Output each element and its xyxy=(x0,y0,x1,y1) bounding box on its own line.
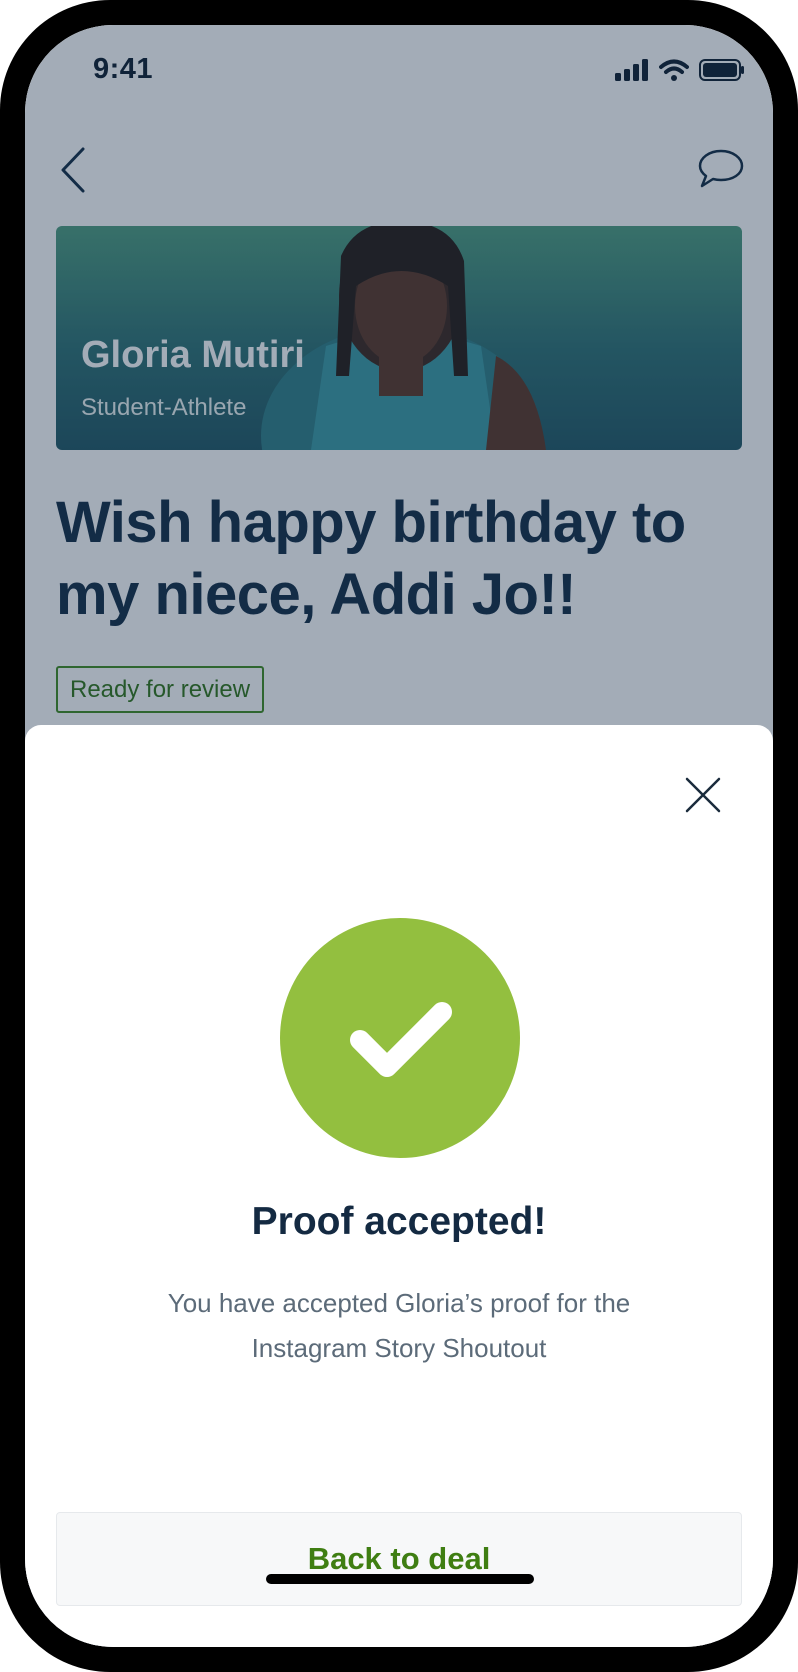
check-circle-icon xyxy=(280,918,520,1158)
sheet-title: Proof accepted! xyxy=(251,1200,547,1243)
home-indicator[interactable] xyxy=(266,1574,534,1584)
bottom-sheet: Proof accepted! You have accepted Gloria… xyxy=(25,725,773,1647)
sheet-message: You have accepted Gloria’s proof for the… xyxy=(167,1288,631,1363)
back-to-deal-button[interactable]: Back to deal xyxy=(56,1512,742,1606)
phone-frame: 9:41 Gloria Mutiri Student-Athlete Wish … xyxy=(0,0,798,1672)
checkmark-icon xyxy=(350,1002,452,1077)
screen: 9:41 Gloria Mutiri Student-Athlete Wish … xyxy=(25,25,773,1647)
close-icon[interactable] xyxy=(681,773,725,817)
